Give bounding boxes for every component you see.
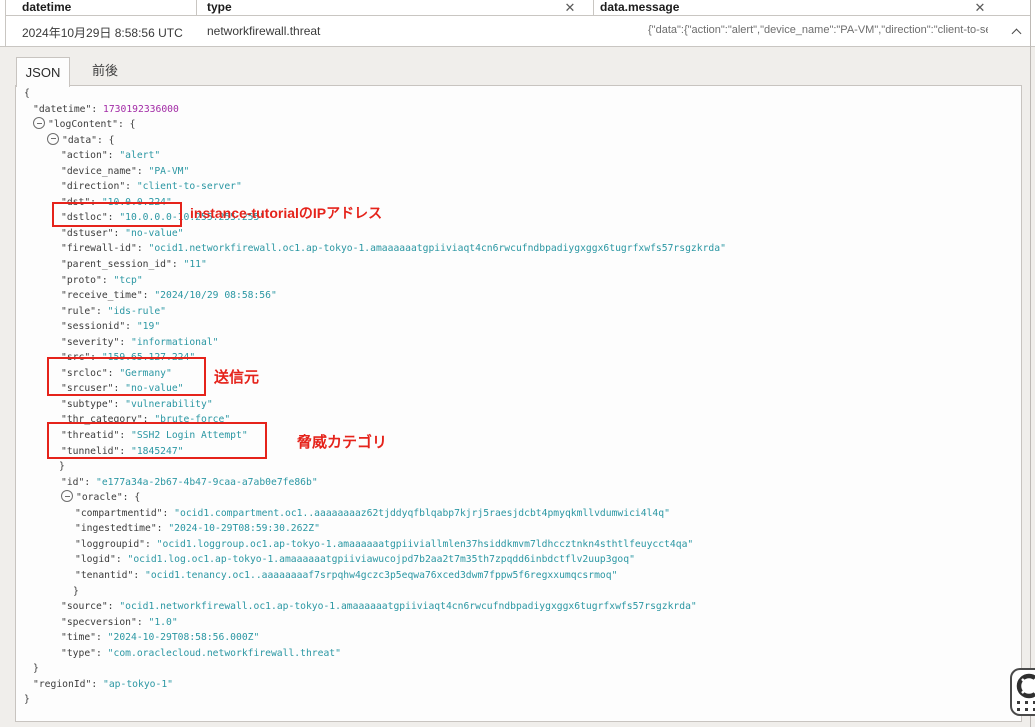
json-line: "rule": "ids-rule" xyxy=(0,303,1022,319)
dots-grid-icon xyxy=(1017,701,1035,712)
collapse-toggle-icon[interactable] xyxy=(33,117,45,129)
tab-json[interactable]: JSON xyxy=(16,57,70,87)
collapse-toggle-icon[interactable] xyxy=(61,490,73,502)
column-divider xyxy=(593,0,594,15)
json-line: { xyxy=(0,85,1022,101)
chevron-up-icon[interactable] xyxy=(1012,28,1022,38)
json-line: "threatid": "SSH2 Login Attempt" xyxy=(0,427,1022,443)
column-header-datetime: datetime xyxy=(22,0,71,14)
json-line: "tenantid": "ocid1.tenancy.oc1..aaaaaaaa… xyxy=(0,567,1022,583)
json-line: "srcuser": "no-value" xyxy=(0,380,1022,396)
json-line: "logid": "ocid1.log.oc1.ap-tokyo-1.amaaa… xyxy=(0,551,1022,567)
json-line: "dst": "10.0.0.224" xyxy=(0,194,1022,210)
json-line: } xyxy=(0,660,1022,676)
row-cell-type: networkfirewall.threat xyxy=(207,24,320,38)
json-line: "sessionid": "19" xyxy=(0,318,1022,334)
json-line: "data": { xyxy=(0,132,1022,148)
json-line: "datetime": 1730192336000 xyxy=(0,101,1022,117)
detail-tabbar: JSON 前後 xyxy=(0,47,1035,85)
column-divider xyxy=(196,0,197,15)
close-icon[interactable]: ✕ xyxy=(563,1,577,15)
table-left-border xyxy=(5,0,6,47)
tab-context[interactable]: 前後 xyxy=(80,57,130,85)
lifebuoy-icon xyxy=(1015,672,1035,700)
json-line: "subtype": "vulnerability" xyxy=(0,396,1022,412)
json-line: } xyxy=(0,458,1022,474)
header-bottom-border xyxy=(5,15,1030,16)
json-line: "parent_session_id": "11" xyxy=(0,256,1022,272)
json-line: "time": "2024-10-29T08:58:56.000Z" xyxy=(0,629,1022,645)
json-line: "oracle": { xyxy=(0,489,1022,505)
column-header-type: type xyxy=(207,0,232,14)
json-line: "device_name": "PA-VM" xyxy=(0,163,1022,179)
json-line: "logContent": { xyxy=(0,116,1022,132)
json-line: "tunnelid": "1845247" xyxy=(0,443,1022,459)
json-line: "compartmentid": "ocid1.compartment.oc1.… xyxy=(0,505,1022,521)
row-cell-data-message: {"data":{"action":"alert","device_name":… xyxy=(648,24,988,36)
annotation-label: 送信元 xyxy=(214,366,259,387)
json-line: "specversion": "1.0" xyxy=(0,614,1022,630)
column-header-data-message: data.message xyxy=(600,0,679,14)
json-line: "severity": "informational" xyxy=(0,334,1022,350)
collapse-toggle-icon[interactable] xyxy=(47,133,59,145)
row-cell-datetime: 2024年10月29日 8:58:56 UTC xyxy=(22,24,183,41)
log-results-table: datetime type data.message ✕ ✕ 2024年10月2… xyxy=(0,0,1035,47)
json-viewer: {"datetime": 1730192336000"logContent": … xyxy=(0,85,1022,722)
json-line: "firewall-id": "ocid1.networkfirewall.oc… xyxy=(0,240,1022,256)
json-line: "type": "com.oraclecloud.networkfirewall… xyxy=(0,645,1022,661)
annotation-label: instance-tutorialのIPアドレス xyxy=(190,203,382,223)
json-line: "receive_time": "2024/10/29 08:58:56" xyxy=(0,287,1022,303)
json-line: "dstloc": "10.0.0.0-10.255.255.255" xyxy=(0,209,1022,225)
json-line: "srcloc": "Germany" xyxy=(0,365,1022,381)
json-line: "direction": "client-to-server" xyxy=(0,178,1022,194)
json-line: "regionId": "ap-tokyo-1" xyxy=(0,676,1022,692)
json-line: "source": "ocid1.networkfirewall.oc1.ap-… xyxy=(0,598,1022,614)
page-right-border xyxy=(1030,0,1031,727)
help-widget-button[interactable] xyxy=(1010,668,1035,716)
json-line: } xyxy=(0,691,1022,707)
json-line: "ingestedtime": "2024-10-29T08:59:30.262… xyxy=(0,520,1022,536)
json-line: "thr_category": "brute-force" xyxy=(0,411,1022,427)
json-line: "proto": "tcp" xyxy=(0,272,1022,288)
log-detail-page: { "table": { "columns": [ { "label": "da… xyxy=(0,0,1035,727)
json-line: "action": "alert" xyxy=(0,147,1022,163)
json-line: "src": "159.65.127.224" xyxy=(0,349,1022,365)
annotation-label: 脅威カテゴリ xyxy=(297,431,387,452)
json-line: "loggroupid": "ocid1.loggroup.oc1.ap-tok… xyxy=(0,536,1022,552)
json-line: } xyxy=(0,583,1022,599)
json-line: "id": "e177a34a-2b67-4b47-9caa-a7ab0e7fe… xyxy=(0,474,1022,490)
close-icon[interactable]: ✕ xyxy=(973,1,987,15)
json-line: "dstuser": "no-value" xyxy=(0,225,1022,241)
